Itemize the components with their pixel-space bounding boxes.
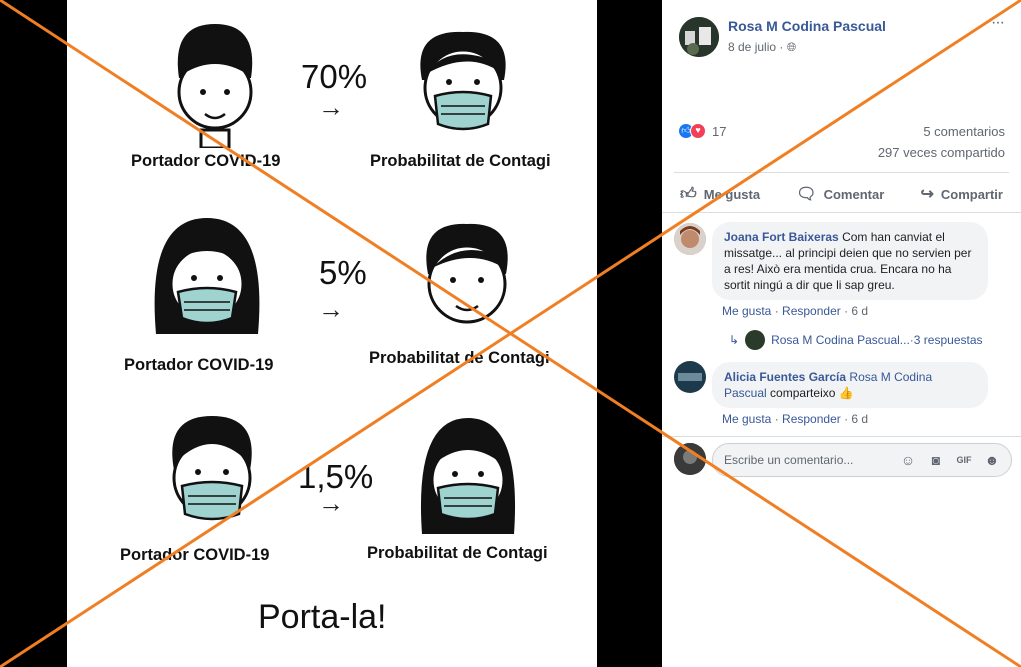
reactions-summary[interactable]: 👍︎ ♥ 17 bbox=[678, 123, 726, 139]
contagion-label-2: Probabilitat de Contagi bbox=[369, 349, 550, 367]
comment-time[interactable]: 6 d bbox=[851, 412, 868, 426]
comment-bubble: Joana Fort Baixeras Com han canviat el m… bbox=[712, 222, 988, 300]
replies-link[interactable]: ↳ Rosa M Codina Pascual... · 3 respuesta… bbox=[729, 330, 983, 350]
divider bbox=[674, 172, 1009, 173]
masked-face-3 bbox=[420, 418, 516, 534]
author-name[interactable]: Rosa M Codina Pascual bbox=[728, 18, 886, 34]
author-avatar[interactable] bbox=[679, 17, 719, 57]
reply-arrow-icon: ↳ bbox=[729, 333, 740, 347]
love-reaction-icon: ♥ bbox=[690, 123, 706, 139]
comment-meta: Me gusta · Responder · 6 d bbox=[722, 412, 869, 426]
globe-icon: 🌐︎ bbox=[786, 40, 797, 54]
like-label: Me gusta bbox=[703, 186, 761, 202]
comment-label: Comentar bbox=[823, 186, 885, 202]
emoji-icon[interactable]: ☺ bbox=[899, 451, 917, 469]
arrow-2: → bbox=[318, 294, 344, 324]
comment-button[interactable]: 🗨︎ Comentar bbox=[790, 180, 890, 208]
action-bar: 👍︎ Me gusta 🗨︎ Comentar ↪ Compartir bbox=[674, 180, 1009, 208]
carrier-face-2 bbox=[154, 218, 260, 334]
carrier-face-3 bbox=[172, 416, 252, 521]
comment-like-link[interactable]: Me gusta bbox=[722, 304, 771, 318]
commenter-name[interactable]: Joana Fort Baixeras bbox=[724, 230, 839, 244]
comment-like-link[interactable]: Me gusta bbox=[722, 412, 771, 426]
commenter-avatar[interactable] bbox=[674, 223, 706, 255]
camera-icon[interactable]: ◙ bbox=[927, 451, 945, 469]
thumbs-up-icon: 👍︎ bbox=[680, 185, 697, 203]
comment-reply-link[interactable]: Responder bbox=[782, 304, 841, 318]
gif-icon[interactable]: GIF bbox=[955, 451, 973, 469]
comment-reply-link[interactable]: Responder bbox=[782, 412, 841, 426]
carrier-label-3: Portador COVID-19 bbox=[120, 546, 270, 564]
arrow-3: → bbox=[318, 488, 344, 518]
arrow-1: → bbox=[318, 92, 344, 122]
footer-slogan: Porta-la! bbox=[258, 598, 387, 636]
carrier-label-2: Portador COVID-19 bbox=[124, 356, 274, 374]
post-image[interactable]: 70% → Portador COVID-19 Probabilitat de … bbox=[0, 0, 662, 667]
commenter-name[interactable]: Alicia Fuentes García bbox=[724, 370, 846, 384]
face-2 bbox=[426, 223, 508, 324]
screenshot: 70% → Portador COVID-19 Probabilitat de … bbox=[0, 0, 1021, 667]
comment-time[interactable]: 6 d bbox=[851, 304, 868, 318]
post-date[interactable]: 8 de julio · 🌐︎ bbox=[728, 40, 796, 55]
carrier-face-1 bbox=[177, 24, 253, 148]
percent-2: 5% bbox=[319, 254, 367, 291]
commenter-avatar[interactable] bbox=[674, 361, 706, 393]
comment-icon: 🗨︎ bbox=[796, 186, 817, 203]
reply-author: Rosa M Codina Pascual... bbox=[771, 333, 910, 347]
current-user-avatar bbox=[674, 443, 706, 475]
reaction-count: 17 bbox=[712, 123, 727, 139]
more-options-icon[interactable]: ··· bbox=[991, 14, 1005, 32]
post-panel: Rosa M Codina Pascual 8 de julio · 🌐︎ ··… bbox=[662, 0, 1021, 667]
reply-author-avatar bbox=[745, 330, 766, 350]
masked-face-1 bbox=[420, 31, 506, 131]
sticker-icon[interactable]: ☻ bbox=[983, 451, 1001, 469]
comment-text: comparteixo 👍 bbox=[770, 386, 854, 400]
carrier-label-1: Portador COVID-19 bbox=[131, 152, 281, 170]
comment-input[interactable]: Escribe un comentario... ☺ ◙ GIF ☻ bbox=[712, 443, 1012, 477]
reply-count: 3 respuestas bbox=[913, 333, 983, 347]
comment-placeholder: Escribe un comentario... bbox=[724, 453, 854, 467]
divider bbox=[662, 436, 1021, 437]
comment-bubble: Alicia Fuentes García Rosa M Codina Pasc… bbox=[712, 362, 988, 408]
share-label: Compartir bbox=[940, 186, 1003, 202]
post-date-text: 8 de julio · bbox=[728, 40, 787, 54]
share-icon: ↪ bbox=[920, 186, 934, 203]
contagion-label-3: Probabilitat de Contagi bbox=[367, 544, 548, 562]
divider bbox=[662, 212, 1021, 213]
comments-count[interactable]: 5 comentarios bbox=[923, 124, 1005, 139]
share-button[interactable]: ↪ Compartir bbox=[914, 180, 1009, 208]
like-button[interactable]: 👍︎ Me gusta bbox=[674, 180, 766, 208]
percent-1: 70% bbox=[301, 58, 368, 95]
comment-meta: Me gusta · Responder · 6 d bbox=[722, 304, 869, 318]
contagion-label-1: Probabilitat de Contagi bbox=[370, 152, 551, 170]
shares-count[interactable]: 297 veces compartido bbox=[878, 145, 1005, 160]
